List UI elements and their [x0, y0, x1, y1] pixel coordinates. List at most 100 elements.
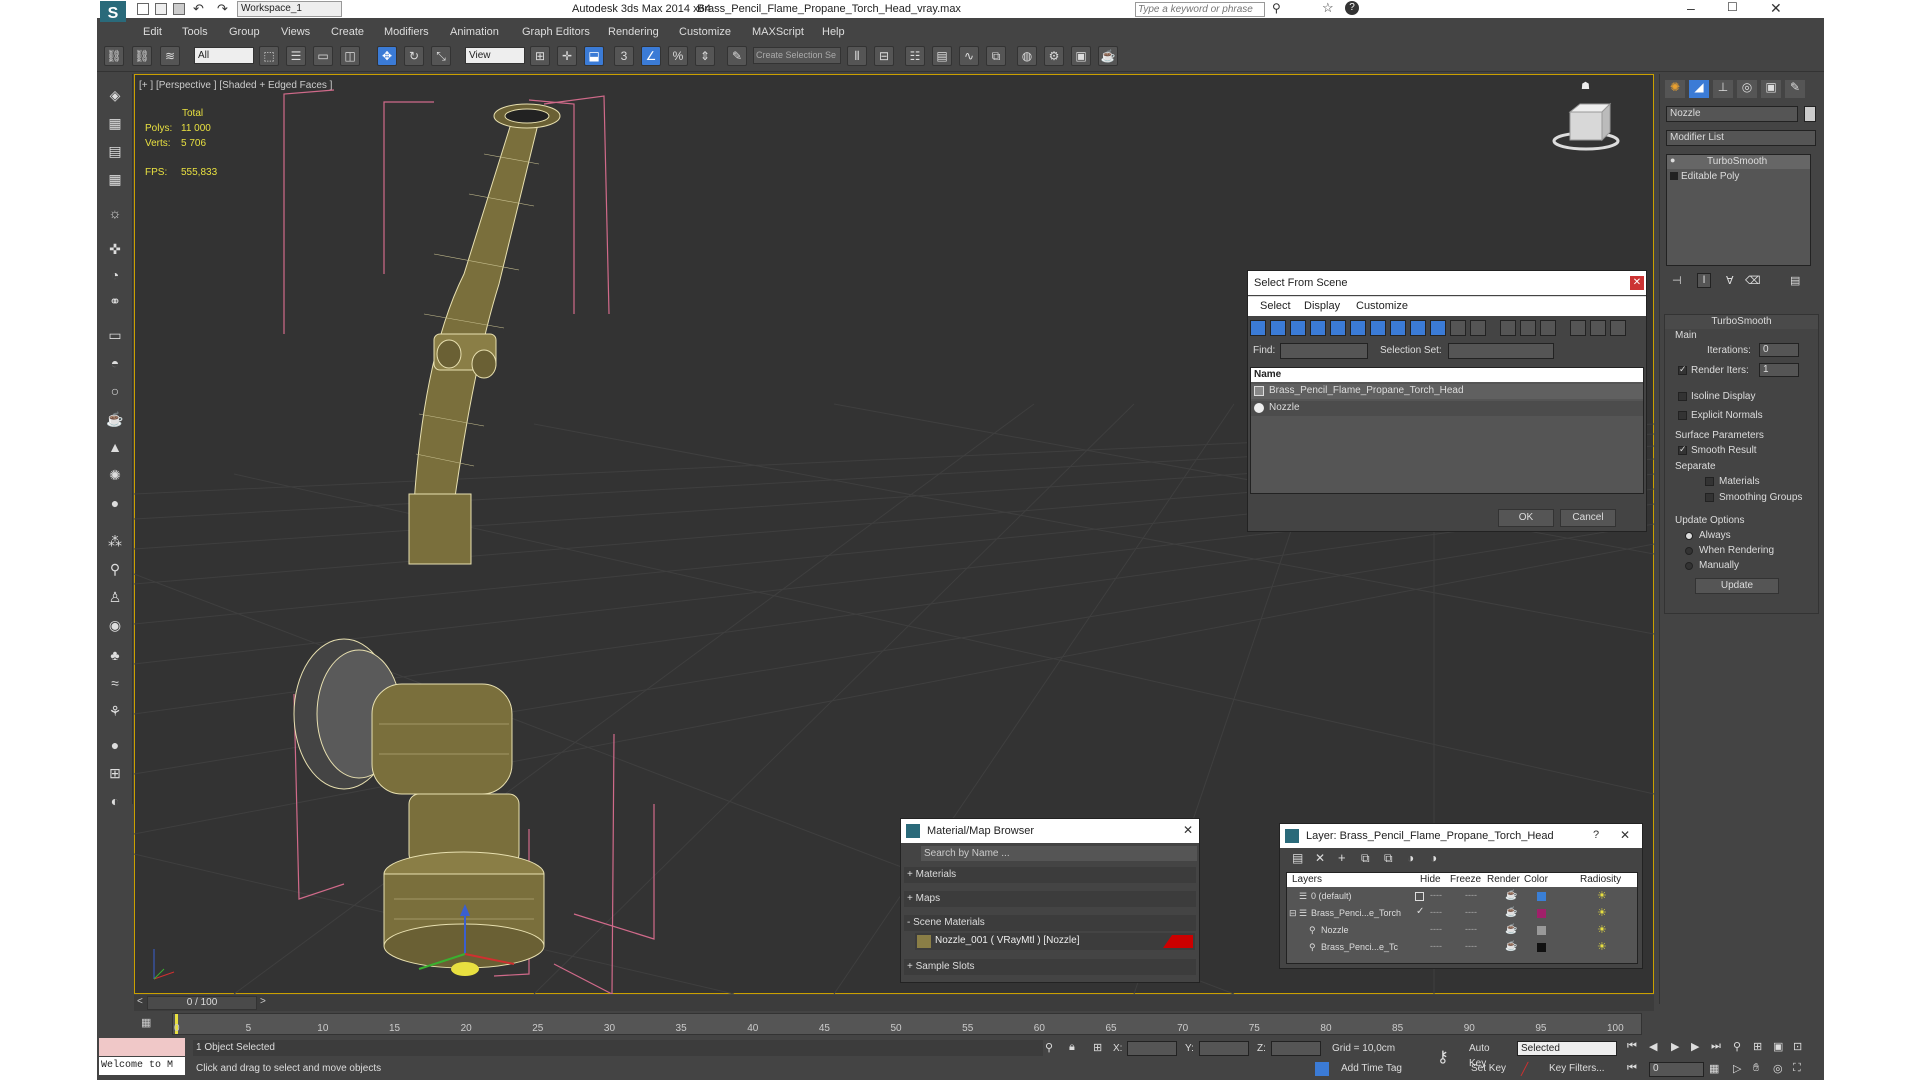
plant-icon[interactable]: ♣ [103, 644, 127, 666]
unlink-icon[interactable]: ⛓ [132, 46, 152, 66]
display-cameras-icon[interactable] [1310, 320, 1326, 336]
select-from-scene-close-button[interactable]: ✕ [1630, 276, 1644, 290]
named-selection-dropdown[interactable]: Create Selection Se [753, 47, 841, 64]
materials-group[interactable]: + Materials [904, 867, 1196, 883]
layer-help-button[interactable]: ? [1593, 829, 1599, 841]
scene-materials-group[interactable]: - Scene Materials [904, 915, 1196, 931]
box-icon[interactable]: ▭ [103, 324, 127, 346]
hierarchy-tab-icon[interactable]: ⊥ [1713, 80, 1733, 98]
col-freeze[interactable]: Freeze [1450, 874, 1481, 885]
particles-icon[interactable]: ⁂ [103, 530, 127, 552]
angle-snap-icon[interactable]: ∠ [641, 46, 661, 66]
material-browser-close-icon[interactable]: ✕ [1183, 823, 1193, 837]
render-teapot-icon[interactable]: ☕ [1505, 924, 1517, 935]
layer-close-icon[interactable]: ✕ [1620, 828, 1630, 842]
pan-icon[interactable]: ✋︎ [1753, 1062, 1759, 1075]
helper-icon[interactable]: ✜ [103, 238, 127, 260]
zoom-all-icon[interactable]: ⊞ [1753, 1040, 1762, 1053]
hide-toggle[interactable]: ---- [1430, 907, 1442, 917]
display-tab-icon[interactable]: ▣ [1761, 80, 1781, 98]
spacewarp-icon[interactable]: ◔ [103, 264, 127, 286]
select-and-move-icon[interactable]: ✥ [377, 46, 397, 66]
cone-icon[interactable]: ▲ [103, 436, 127, 458]
col-layers[interactable]: Layers [1292, 874, 1322, 885]
spinner-snap-icon[interactable]: ⇕ [695, 46, 715, 66]
window-crossing-icon[interactable]: ◫ [340, 46, 360, 66]
selection-lock-icon[interactable]: 🔒︎ [1069, 1041, 1075, 1054]
sample-slots-group[interactable]: + Sample Slots [904, 959, 1196, 975]
active-layer-checkbox[interactable] [1415, 892, 1424, 901]
hide-all-layers-icon[interactable]: ◑ [1407, 851, 1414, 865]
selection-set-dropdown[interactable] [1448, 343, 1554, 359]
display-all-icon[interactable] [1500, 320, 1516, 336]
sfs-menu-customize[interactable]: Customize [1356, 300, 1408, 312]
system-icon[interactable]: ⚭ [103, 290, 127, 312]
time-slider-next-icon[interactable]: > [260, 996, 266, 1007]
key-mode-toggle-icon[interactable]: ⏮ [1627, 1062, 1637, 1075]
radiosity-icon[interactable]: ☀ [1597, 923, 1607, 936]
add-to-layer-icon[interactable]: + [1338, 850, 1346, 865]
render-teapot-icon[interactable]: ☕ [1505, 890, 1517, 901]
col-hide[interactable]: Hide [1420, 874, 1441, 885]
table-row[interactable]: ⚲ Brass_Penci...e_Tc ---- ---- ☕ ☀ [1287, 940, 1637, 956]
always-radio[interactable] [1685, 532, 1693, 540]
time-slider-prev-icon[interactable]: < [137, 996, 143, 1007]
columns-icon[interactable] [1610, 320, 1626, 336]
zoom-icon[interactable]: ⚲ [1733, 1040, 1741, 1053]
zoom-extents-icon[interactable]: ▣ [1773, 1040, 1783, 1053]
z-coord-field[interactable] [1271, 1041, 1321, 1056]
absolute-mode-icon[interactable]: ⊞ [1093, 1041, 1102, 1054]
workspace-dropdown[interactable]: Workspace_1 [237, 1, 342, 17]
display-hidden-icon[interactable] [1470, 320, 1486, 336]
key-mode-dropdown[interactable]: Selected [1517, 1041, 1617, 1056]
add-time-tag-label[interactable]: Add Time Tag [1341, 1063, 1402, 1074]
display-groups-icon[interactable] [1370, 320, 1386, 336]
rendered-frame-window-icon[interactable]: ▣ [1071, 46, 1091, 66]
display-shapes-icon[interactable] [1270, 320, 1286, 336]
freeze-toggle[interactable]: ---- [1465, 890, 1477, 900]
key-icon[interactable]: ⚷ [1437, 1047, 1449, 1067]
col-render[interactable]: Render [1487, 874, 1520, 885]
sun-icon[interactable]: ✺ [103, 464, 127, 486]
show-end-result-icon[interactable]: I [1697, 273, 1711, 288]
materials-checkbox[interactable] [1705, 477, 1714, 486]
key-filters-button[interactable]: Key Filters... [1549, 1063, 1617, 1078]
minimize-icon[interactable]: – [1687, 0, 1695, 16]
iterations-spinner[interactable]: 0 [1759, 343, 1799, 357]
ribbon-icon[interactable]: ▤ [932, 46, 952, 66]
modify-tab-icon[interactable]: ◢ [1689, 80, 1709, 98]
mini-curve-editor-icon[interactable]: ▦ [141, 1016, 151, 1029]
zoom-extents-all-icon[interactable]: ⊡ [1793, 1040, 1802, 1053]
display-xrefs-icon[interactable] [1390, 320, 1406, 336]
pivot-center-icon[interactable]: ⊞ [530, 46, 550, 66]
filter-icon[interactable] [1570, 320, 1586, 336]
hemisphere-icon[interactable]: ◓ [103, 352, 127, 374]
render-frame-icon[interactable]: ◐ [103, 790, 127, 812]
bind-space-warp-icon[interactable]: ≋ [160, 46, 180, 66]
quick-access-new-icon[interactable] [137, 3, 149, 15]
play-icon[interactable]: ▶︎ [1671, 1040, 1679, 1053]
layer-manager-icon[interactable]: ☷ [905, 46, 925, 66]
add-time-tag-icon[interactable] [1315, 1062, 1329, 1076]
menu-help[interactable]: Help [822, 24, 845, 40]
create-geometry-icon[interactable]: ◈ [103, 84, 127, 106]
object-color-swatch[interactable] [1804, 106, 1816, 122]
search-input[interactable] [1135, 2, 1265, 17]
remove-modifier-icon[interactable]: ⌫ [1745, 274, 1761, 287]
hair-icon[interactable]: ≈ [103, 672, 127, 694]
maxscript-listener-pink[interactable] [99, 1038, 185, 1056]
go-to-end-icon[interactable]: ⏭ [1711, 1040, 1721, 1053]
display-bones-icon[interactable] [1410, 320, 1426, 336]
sfs-menu-display[interactable]: Display [1304, 300, 1340, 312]
mirror-icon[interactable]: ⫴ [847, 46, 867, 66]
set-key-red-icon[interactable]: ╱ [1521, 1062, 1528, 1076]
select-objects-in-layer-icon[interactable]: ⧉ [1361, 851, 1370, 866]
teapot-icon[interactable]: ☕ [103, 408, 127, 430]
hide-toggle[interactable]: ---- [1430, 924, 1442, 934]
layer-color-swatch[interactable] [1537, 909, 1546, 918]
display-lights-icon[interactable] [1290, 320, 1306, 336]
scene-material-item[interactable]: Nozzle_001 ( VRayMtl ) [Nozzle] [915, 933, 1195, 950]
character-icon[interactable]: ♙ [103, 586, 127, 608]
select-manipulate-icon[interactable]: ✛ [557, 46, 577, 66]
undo-icon[interactable]: ↶ [193, 1, 204, 17]
